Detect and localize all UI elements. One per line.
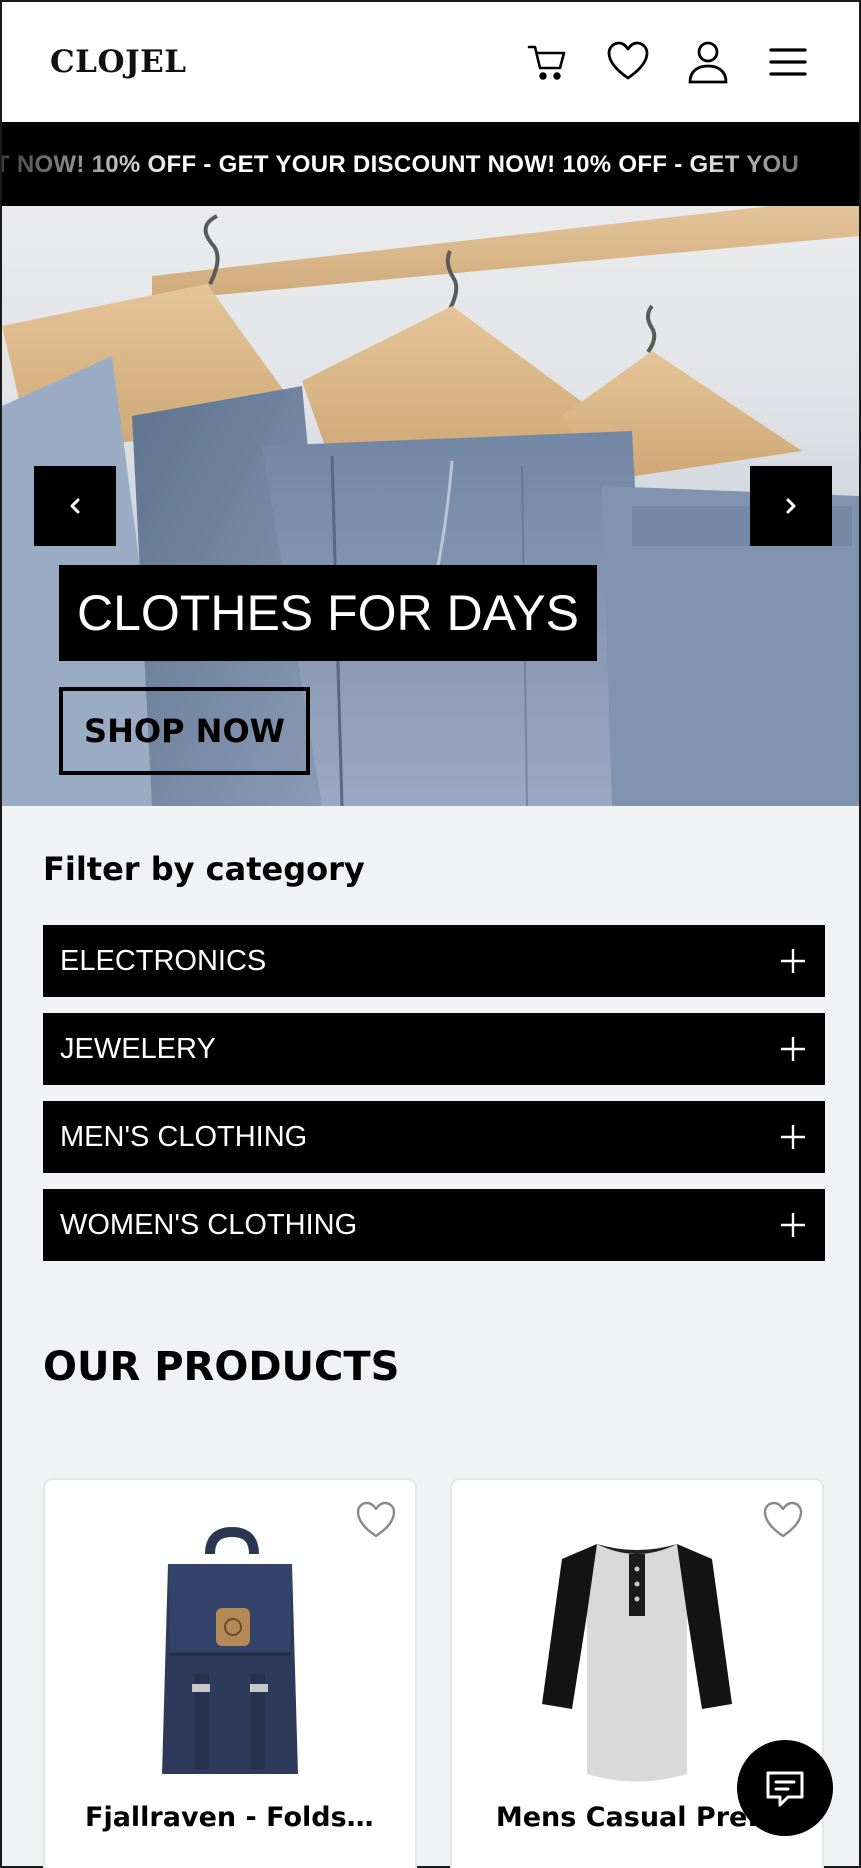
marquee-fade-right	[679, 122, 859, 206]
marquee-fade-left	[2, 122, 182, 206]
header-actions	[525, 39, 811, 85]
category-label: JEWELERY	[60, 1032, 216, 1065]
cart-icon[interactable]	[525, 39, 571, 85]
category-electronics[interactable]: ELECTRONICS	[43, 925, 825, 997]
promo-marquee: DUNT NOW! 10% OFF - GET YOUR DISCOUNT NO…	[2, 122, 859, 206]
plus-icon	[781, 1037, 805, 1061]
chat-support-button[interactable]	[737, 1740, 833, 1836]
shop-now-button[interactable]: SHOP NOW	[59, 687, 310, 775]
plus-icon	[781, 1125, 805, 1149]
chat-bubble-icon	[766, 1771, 804, 1807]
product-image-backpack[interactable]	[45, 1524, 415, 1784]
category-mens-clothing[interactable]: MEN'S CLOTHING	[43, 1101, 825, 1173]
carousel-prev-button[interactable]	[34, 466, 116, 546]
chevron-right-icon	[786, 498, 796, 514]
site-header: CLOJEL	[2, 2, 859, 122]
category-label: MEN'S CLOTHING	[60, 1120, 308, 1153]
category-label: WOMEN'S CLOTHING	[60, 1208, 358, 1241]
hero-title: CLOTHES FOR DAYS	[59, 565, 597, 661]
category-label: ELECTRONICS	[60, 944, 267, 977]
filter-section-title: Filter by category	[43, 850, 365, 888]
hamburger-menu-icon[interactable]	[765, 39, 811, 85]
product-card[interactable]: Fjallraven - Folds...	[43, 1478, 417, 1868]
plus-icon	[781, 1213, 805, 1237]
chevron-left-icon	[70, 498, 80, 514]
wishlist-heart-icon[interactable]	[605, 39, 651, 85]
user-account-icon[interactable]	[685, 39, 731, 85]
carousel-next-button[interactable]	[750, 466, 832, 546]
category-womens-clothing[interactable]: WOMEN'S CLOTHING	[43, 1189, 825, 1261]
products-section-title: OUR PRODUCTS	[43, 1344, 400, 1390]
brand-logo[interactable]: CLOJEL	[50, 44, 187, 80]
hero-carousel: CLOTHES FOR DAYS SHOP NOW	[2, 206, 859, 806]
product-name[interactable]: Fjallraven - Folds...	[45, 1802, 415, 1833]
category-jewelery[interactable]: JEWELERY	[43, 1013, 825, 1085]
category-accordion: ELECTRONICS JEWELERY MEN'S CLOTHING WOME…	[43, 925, 825, 1277]
plus-icon	[781, 949, 805, 973]
